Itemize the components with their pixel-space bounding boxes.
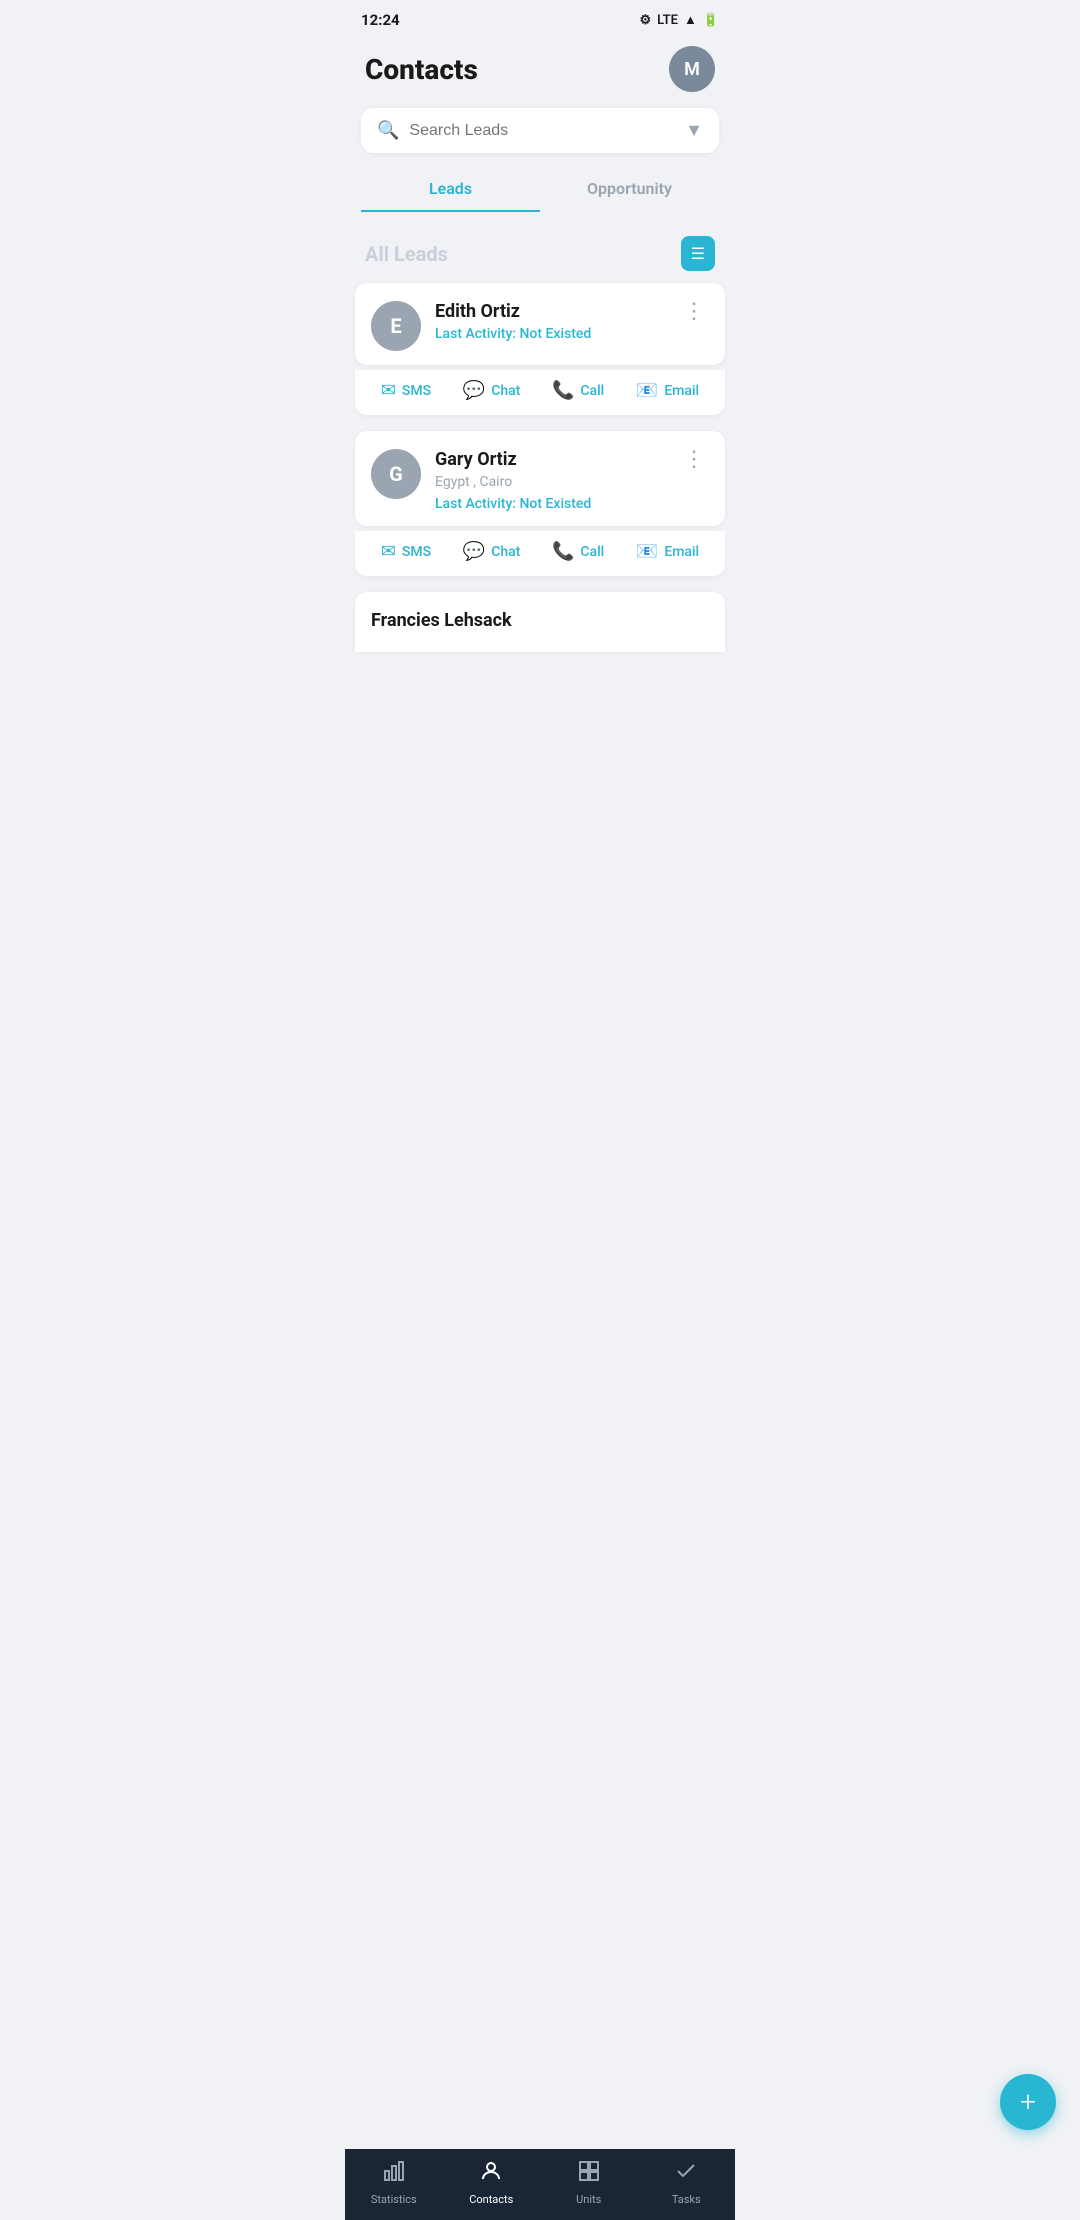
call-button[interactable]: 📞 Call xyxy=(552,380,604,401)
statistics-icon xyxy=(382,2159,406,2189)
email-button[interactable]: 📧 Email xyxy=(636,541,699,562)
lead-card-partial: Francies Lehsack xyxy=(355,592,725,652)
call-label: Call xyxy=(580,544,604,560)
lead-activity: Last Activity: Not Existed xyxy=(435,496,665,512)
lead-name: Francies Lehsack xyxy=(371,610,709,631)
call-icon: 📞 xyxy=(552,380,574,401)
action-row: ✉ SMS 💬 Chat 📞 Call 📧 Email xyxy=(355,369,725,415)
email-label: Email xyxy=(664,544,699,560)
lead-name: Edith Ortiz xyxy=(435,301,665,322)
lead-info: Edith Ortiz Last Activity: Not Existed xyxy=(435,301,665,342)
bottom-nav: Statistics Contacts Units Tasks xyxy=(345,2149,735,2220)
chat-button[interactable]: 💬 Chat xyxy=(463,380,521,401)
tab-leads[interactable]: Leads xyxy=(361,169,540,212)
tasks-icon xyxy=(674,2159,698,2189)
sms-icon: ✉ xyxy=(381,541,396,562)
call-button[interactable]: 📞 Call xyxy=(552,541,604,562)
avatar: G xyxy=(371,449,421,499)
more-options-button[interactable]: ⋮ xyxy=(679,449,709,471)
lead-activity: Last Activity: Not Existed xyxy=(435,326,665,342)
lead-card-top: G Gary Ortiz Egypt , Cairo Last Activity… xyxy=(371,449,709,512)
more-options-button[interactable]: ⋮ xyxy=(679,301,709,323)
section-header: All Leads ☰ xyxy=(345,228,735,283)
nav-label-tasks: Tasks xyxy=(672,2193,701,2206)
settings-icon: ⚙ xyxy=(639,13,651,28)
nav-label-contacts: Contacts xyxy=(469,2193,513,2206)
sms-label: SMS xyxy=(402,544,431,560)
status-bar: 12:24 ⚙ LTE ▲ 🔋 xyxy=(345,0,735,36)
search-input[interactable] xyxy=(409,122,675,140)
nav-item-tasks[interactable]: Tasks xyxy=(651,2159,721,2206)
tabs: Leads Opportunity xyxy=(361,169,719,212)
email-button[interactable]: 📧 Email xyxy=(636,380,699,401)
units-icon xyxy=(577,2159,601,2189)
avatar: E xyxy=(371,301,421,351)
status-time: 12:24 xyxy=(361,11,400,29)
lte-indicator: LTE xyxy=(657,13,678,28)
filter-list-icon: ☰ xyxy=(691,244,705,263)
add-lead-button[interactable]: + xyxy=(1000,2074,1056,2130)
chat-label: Chat xyxy=(491,383,520,399)
nav-item-units[interactable]: Units xyxy=(554,2159,624,2206)
search-bar: 🔍 ▼ xyxy=(361,108,719,153)
lead-info: Gary Ortiz Egypt , Cairo Last Activity: … xyxy=(435,449,665,512)
battery-icon: 🔋 xyxy=(703,13,719,28)
email-label: Email xyxy=(664,383,699,399)
sms-label: SMS xyxy=(402,383,431,399)
section-title: All Leads xyxy=(365,242,448,266)
chat-icon: 💬 xyxy=(463,380,485,401)
sms-icon: ✉ xyxy=(381,380,396,401)
nav-item-statistics[interactable]: Statistics xyxy=(359,2159,429,2206)
tab-opportunity[interactable]: Opportunity xyxy=(540,169,719,212)
nav-label-units: Units xyxy=(576,2193,601,2206)
contacts-icon xyxy=(479,2159,503,2189)
sms-button[interactable]: ✉ SMS xyxy=(381,541,431,562)
lead-card-top: E Edith Ortiz Last Activity: Not Existed… xyxy=(371,301,709,351)
signal-icon: ▲ xyxy=(684,12,697,28)
header: Contacts M xyxy=(345,36,735,108)
nav-item-contacts[interactable]: Contacts xyxy=(456,2159,526,2206)
add-icon: + xyxy=(1020,2088,1036,2116)
lead-name: Gary Ortiz xyxy=(435,449,665,470)
action-row: ✉ SMS 💬 Chat 📞 Call 📧 Email xyxy=(355,530,725,576)
status-icons: ⚙ LTE ▲ 🔋 xyxy=(639,12,719,28)
sms-button[interactable]: ✉ SMS xyxy=(381,380,431,401)
filter-button[interactable]: ☰ xyxy=(681,236,715,271)
call-label: Call xyxy=(580,383,604,399)
avatar[interactable]: M xyxy=(669,46,715,92)
chat-button[interactable]: 💬 Chat xyxy=(463,541,521,562)
page-title: Contacts xyxy=(365,53,478,86)
call-icon: 📞 xyxy=(552,541,574,562)
chat-label: Chat xyxy=(491,544,520,560)
search-icon: 🔍 xyxy=(377,120,399,141)
chat-icon: 💬 xyxy=(463,541,485,562)
lead-card: E Edith Ortiz Last Activity: Not Existed… xyxy=(355,283,725,365)
nav-label-statistics: Statistics xyxy=(371,2193,417,2206)
lead-location: Egypt , Cairo xyxy=(435,474,665,490)
email-icon: 📧 xyxy=(636,541,658,562)
email-icon: 📧 xyxy=(636,380,658,401)
filter-icon[interactable]: ▼ xyxy=(685,120,703,141)
lead-card: G Gary Ortiz Egypt , Cairo Last Activity… xyxy=(355,431,725,526)
